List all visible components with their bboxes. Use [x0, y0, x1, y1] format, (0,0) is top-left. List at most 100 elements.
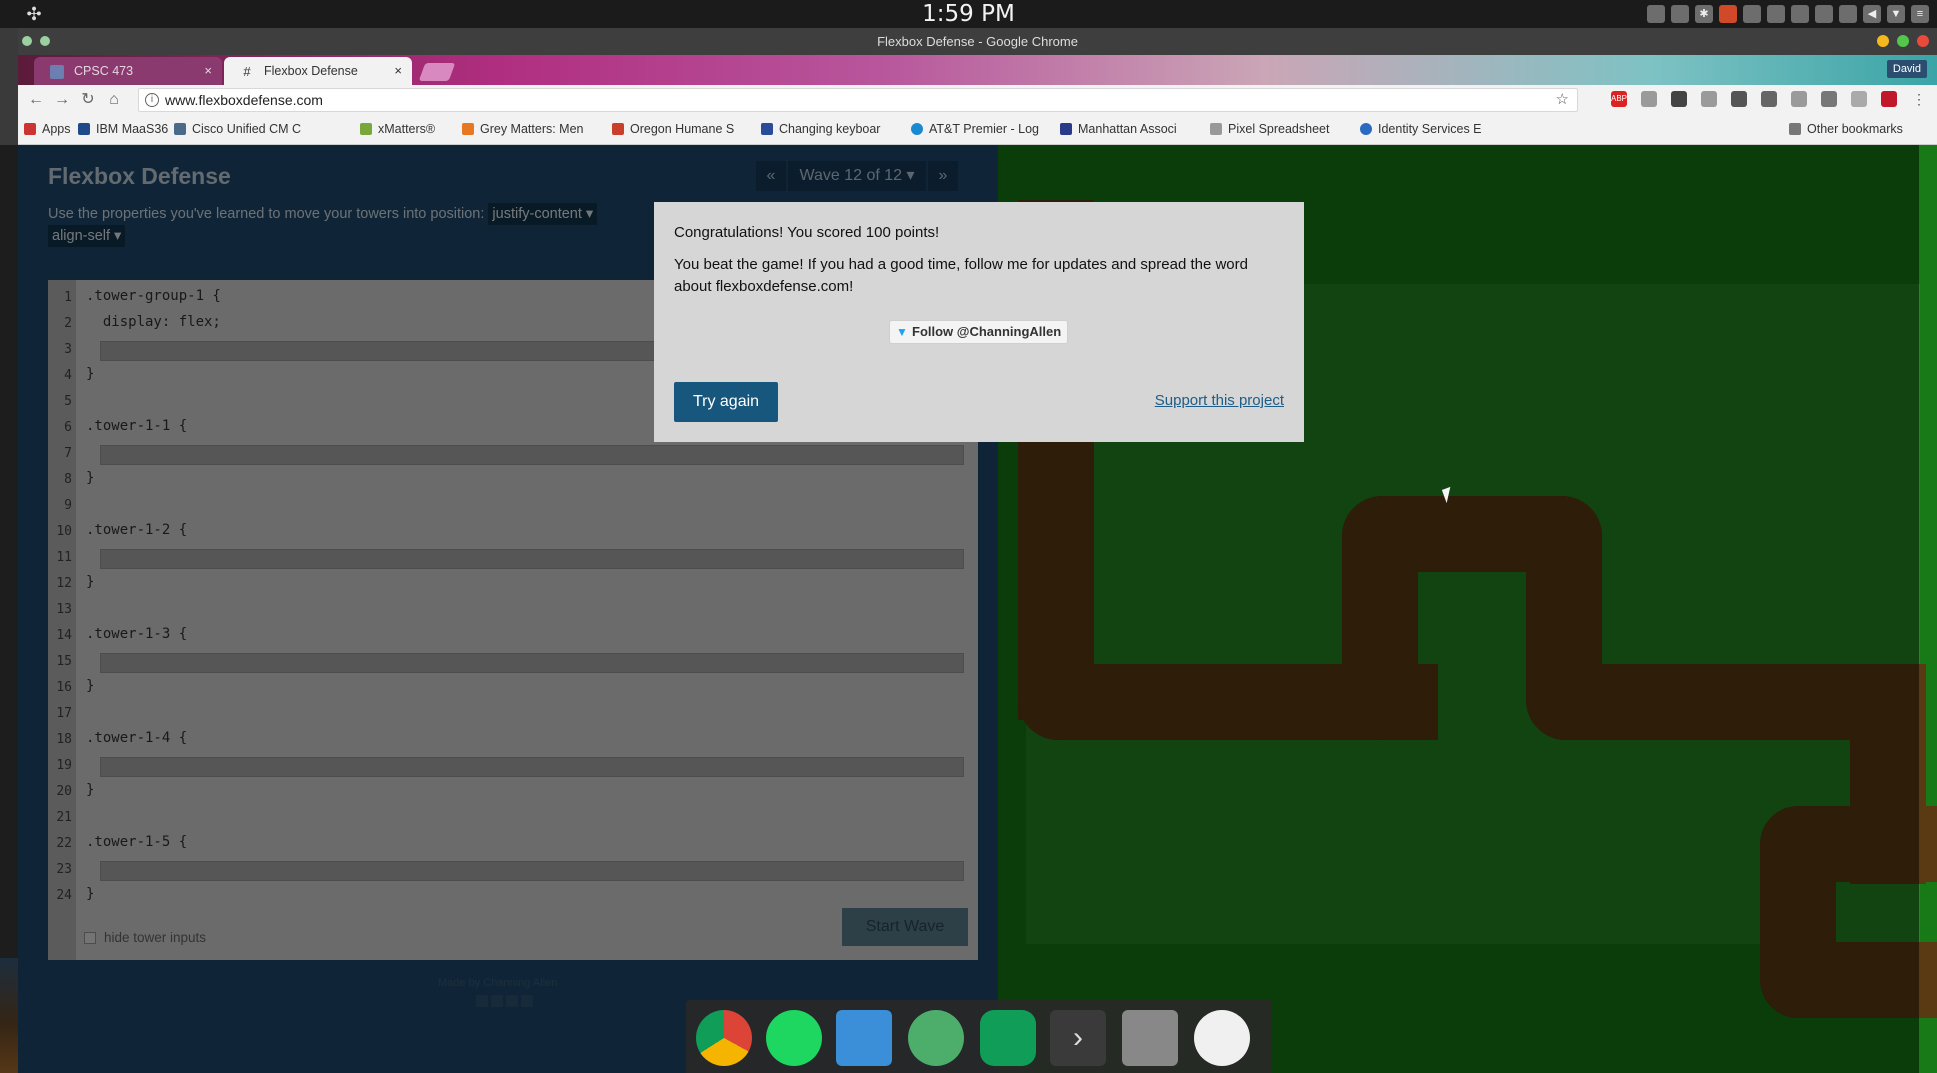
extension-icon[interactable]: [1731, 91, 1747, 107]
bookmark-item[interactable]: AT&T Premier - Log: [911, 115, 1061, 144]
mail-icon[interactable]: [1761, 91, 1777, 107]
instructions-text: Use the properties you've learned to mov…: [48, 206, 485, 222]
beat-game-message: You beat the game! If you had a good tim…: [674, 256, 1248, 295]
app-dock: ›: [686, 1000, 1272, 1073]
atom-icon[interactable]: [908, 1010, 964, 1066]
code-line: }: [86, 470, 95, 486]
url-text[interactable]: www.flexboxdefense.com: [165, 89, 323, 111]
bookmark-item[interactable]: Pixel Spreadsheet: [1210, 115, 1360, 144]
close-window-button[interactable]: [1917, 35, 1929, 47]
tower-css-input[interactable]: [100, 861, 964, 881]
hangouts-icon[interactable]: [980, 1010, 1036, 1066]
bookmark-star-icon[interactable]: ☆: [1556, 89, 1569, 111]
terminal-icon[interactable]: ›: [1050, 1010, 1106, 1066]
bookmark-item[interactable]: Manhattan Associ: [1060, 115, 1210, 144]
site-info-icon[interactable]: i: [145, 93, 159, 107]
chrome-icon[interactable]: [696, 1010, 752, 1066]
extension-icon[interactable]: [1791, 91, 1807, 107]
bookmark-item[interactable]: IBM MaaS360: [78, 115, 168, 144]
screenshot-icon[interactable]: [1122, 1010, 1178, 1066]
next-wave-button[interactable]: »: [928, 161, 958, 191]
window-controls: [1877, 35, 1929, 47]
tower-css-input[interactable]: [100, 549, 964, 569]
tab-favicon-icon: [50, 65, 64, 79]
bookmark-item[interactable]: Identity Services E: [1360, 115, 1510, 144]
checkbox[interactable]: [84, 932, 96, 944]
network-icon[interactable]: ▼: [1887, 5, 1905, 23]
display-icon[interactable]: [1815, 5, 1833, 23]
battery-icon[interactable]: [1791, 5, 1809, 23]
tray-icon[interactable]: [1743, 5, 1761, 23]
tower-css-input[interactable]: [100, 757, 964, 777]
chrome-tray-icon[interactable]: [1719, 5, 1737, 23]
hide-tower-inputs[interactable]: hide tower inputs: [84, 930, 206, 945]
facebook-icon[interactable]: [476, 995, 488, 1007]
score-message: Congratulations! You scored 100 points!: [674, 224, 940, 241]
tower-css-input[interactable]: [100, 653, 964, 673]
other-bookmarks[interactable]: Other bookmarks: [1789, 115, 1929, 144]
launcher-icon[interactable]: ✣: [22, 2, 46, 26]
address-bar[interactable]: i www.flexboxdefense.com ☆: [138, 88, 1578, 112]
new-tab-button[interactable]: [418, 63, 456, 81]
try-again-button[interactable]: Try again: [674, 382, 778, 422]
sync-icon[interactable]: [1671, 5, 1689, 23]
volume-icon[interactable]: ◀: [1863, 5, 1881, 23]
menu-icon[interactable]: ≡: [1911, 5, 1929, 23]
forward-icon[interactable]: →: [52, 90, 72, 110]
back-icon[interactable]: ←: [26, 90, 46, 110]
bookmark-item[interactable]: xMatters®: [360, 115, 446, 144]
prev-wave-button[interactable]: «: [756, 161, 786, 191]
profile-button[interactable]: David: [1886, 60, 1927, 78]
support-project-link[interactable]: Support this project: [1155, 392, 1284, 409]
spotify-icon[interactable]: [766, 1010, 822, 1066]
twitter-icon[interactable]: [491, 995, 503, 1007]
justify-content-chip[interactable]: justify-content ▾: [488, 203, 598, 225]
files-icon[interactable]: [836, 1010, 892, 1066]
bookmark-item[interactable]: Grey Matters: Men: [462, 115, 602, 144]
wave-dropdown[interactable]: Wave 12 of 12 ▾: [788, 161, 926, 191]
extension-icon[interactable]: [1821, 91, 1837, 107]
line-number: 1: [64, 290, 72, 305]
extension-icon[interactable]: [1881, 91, 1897, 107]
bookmark-item[interactable]: Oregon Humane S: [612, 115, 752, 144]
bookmarks-bar: Apps IBM MaaS360 Cisco Unified CM C xMat…: [18, 115, 1937, 145]
maximize-button[interactable]: [1897, 35, 1909, 47]
code-line: .tower-1-5 {: [86, 834, 188, 850]
extension-icon[interactable]: [1851, 91, 1867, 107]
start-wave-button[interactable]: Start Wave: [842, 908, 968, 946]
tab-favicon-icon: #: [243, 64, 251, 79]
twitter-follow-button[interactable]: ▼ Follow @ChanningAllen: [889, 320, 1069, 344]
os-top-bar: ✣ 1:59 PM ✱ ◀ ▼ ≡: [0, 0, 1937, 28]
github-icon[interactable]: [521, 995, 533, 1007]
clock-icon[interactable]: [1194, 1010, 1250, 1066]
adblock-icon[interactable]: ABP: [1611, 91, 1627, 107]
tab-label: Flexbox Defense: [264, 64, 358, 78]
linkedin-icon[interactable]: [506, 995, 518, 1007]
code-line: .tower-1-1 {: [86, 418, 188, 434]
bookmark-item[interactable]: Changing keyboar: [761, 115, 901, 144]
extension-icon[interactable]: [1641, 91, 1657, 107]
clipboard-icon[interactable]: [1839, 5, 1857, 23]
reload-icon[interactable]: ↻: [78, 90, 98, 110]
extension-icon[interactable]: [1701, 91, 1717, 107]
tab-cpsc-473[interactable]: CPSC 473 ×: [34, 57, 222, 85]
home-icon[interactable]: ⌂: [104, 90, 124, 110]
chrome-menu-icon[interactable]: ⋮: [1911, 91, 1927, 107]
line-number: 13: [56, 602, 72, 617]
close-tab-icon[interactable]: ×: [204, 57, 212, 85]
tray-icon[interactable]: [1767, 5, 1785, 23]
follow-label: Follow @ChanningAllen: [912, 324, 1062, 339]
tab-flexbox-defense[interactable]: # Flexbox Defense ×: [224, 57, 412, 85]
tray-icon[interactable]: [1647, 5, 1665, 23]
align-self-chip[interactable]: align-self ▾: [48, 225, 126, 247]
close-tab-icon[interactable]: ×: [394, 57, 402, 85]
extension-icon[interactable]: [1671, 91, 1687, 107]
bluetooth-icon[interactable]: ✱: [1695, 5, 1713, 23]
line-number: 3: [64, 342, 72, 357]
window-dots: [22, 36, 50, 46]
bookmark-item[interactable]: Cisco Unified CM C: [174, 115, 304, 144]
tower-css-input[interactable]: [100, 445, 964, 465]
code-line: }: [86, 574, 95, 590]
minimize-button[interactable]: [1877, 35, 1889, 47]
line-number: 21: [56, 810, 72, 825]
